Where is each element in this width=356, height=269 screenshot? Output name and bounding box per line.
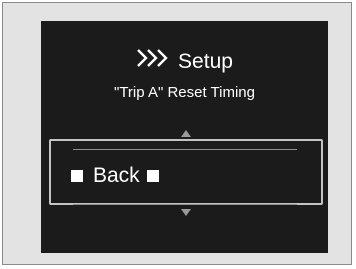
option-back-label: Back: [93, 164, 140, 187]
divider-bottom: [73, 204, 297, 205]
display-screen: Setup "Trip A" Reset Timing Back: [41, 21, 328, 253]
triangle-down-icon[interactable]: [181, 209, 191, 216]
selection-marker-right: [146, 170, 159, 182]
menu-subtitle: "Trip A" Reset Timing: [114, 84, 255, 101]
triangle-up-icon[interactable]: [181, 130, 191, 137]
triple-chevron-right-icon: [136, 48, 172, 74]
option-back[interactable]: Back: [71, 162, 159, 190]
menu-title: Setup: [41, 48, 328, 74]
menu-title-text: Setup: [178, 50, 233, 73]
illustration-frame: Setup "Trip A" Reset Timing Back: [2, 2, 352, 265]
divider-top: [73, 149, 297, 150]
selection-marker-left: [71, 170, 83, 182]
